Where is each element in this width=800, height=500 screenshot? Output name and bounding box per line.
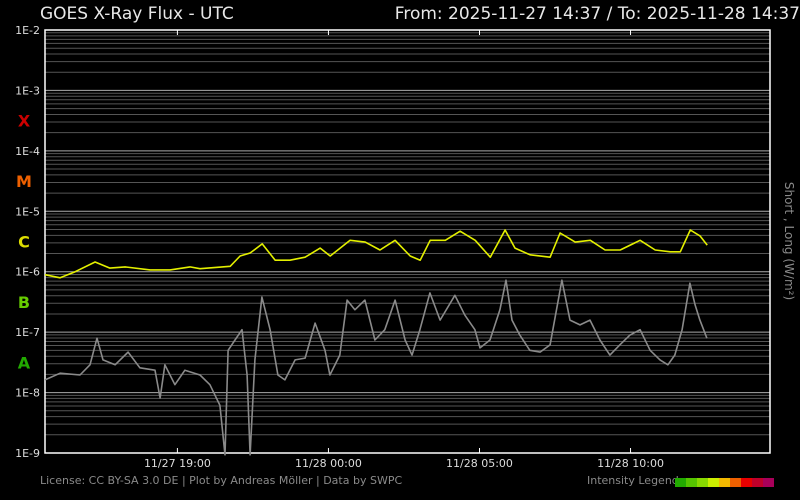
legend-swatch: [730, 478, 741, 487]
y-tick-label: 1E-9: [15, 447, 40, 460]
legend-swatch: [675, 478, 686, 487]
series-short: [44, 279, 708, 456]
flare-class-C: C: [18, 233, 30, 252]
license-footer: License: CC BY-SA 3.0 DE | Plot by Andre…: [40, 474, 403, 487]
legend-swatch: [686, 478, 697, 487]
flare-class-X: X: [18, 112, 31, 131]
y-tick-label: 1E-2: [15, 24, 40, 37]
x-tick-label: 11/27 19:00: [144, 457, 211, 470]
y-tick-label: 1E-6: [15, 266, 40, 279]
legend-swatch: [752, 478, 763, 487]
legend-swatch: [719, 478, 730, 487]
flare-class-B: B: [18, 293, 30, 312]
legend-swatch: [708, 478, 719, 487]
y-tick-label: 1E-4: [15, 145, 40, 158]
flare-class-A: A: [18, 353, 31, 372]
legend-swatch: [763, 478, 774, 487]
legend-swatch: [697, 478, 708, 487]
y-axis-label: Short , Long (W/m²): [782, 182, 796, 300]
x-tick-label: 11/28 10:00: [597, 457, 664, 470]
x-tick-label: 11/28 00:00: [295, 457, 362, 470]
flare-class-M: M: [16, 172, 32, 191]
xray-flux-chart: 1E-2 1E-3 1E-4 1E-5 1E-6 1E-7 1E-8 1E-9 X M C B A 11/…: [15, 24, 796, 470]
intensity-legend: [675, 478, 774, 487]
y-tick-label: 1E-5: [15, 205, 40, 218]
y-tick-label: 1E-3: [15, 84, 40, 97]
y-tick-label: 1E-7: [15, 326, 40, 339]
x-tick-label: 11/28 05:00: [446, 457, 513, 470]
intensity-legend-label: Intensity Legend: [587, 474, 679, 487]
legend-swatch: [741, 478, 752, 487]
y-tick-label: 1E-8: [15, 387, 40, 400]
